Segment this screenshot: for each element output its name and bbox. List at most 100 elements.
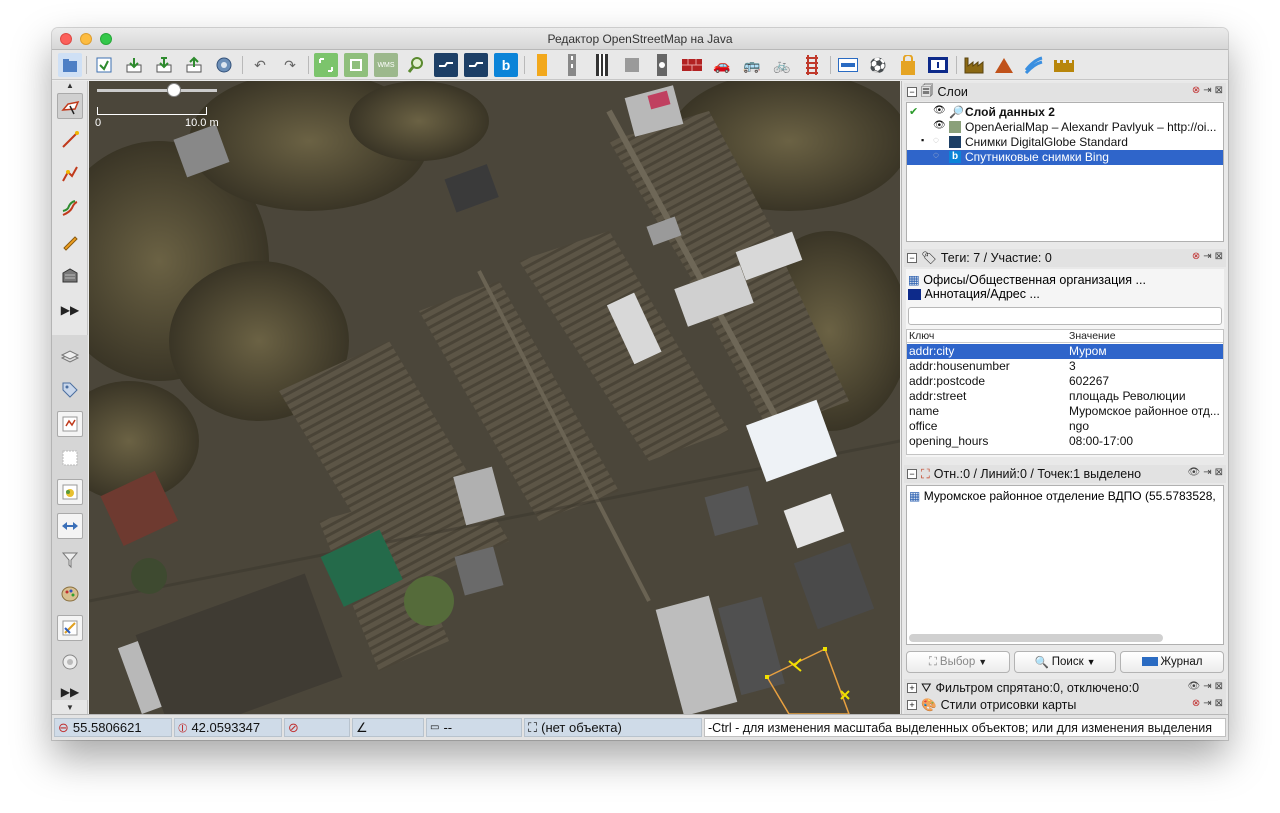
road-icon[interactable] [530,53,554,77]
close-icon[interactable]: ⊠ [1215,467,1223,478]
info-icon[interactable] [926,53,950,77]
pin-icon[interactable]: ⇥ [1203,467,1211,478]
car-icon[interactable]: 🚗 [710,53,734,77]
upload-all-icon[interactable] [152,53,176,77]
selection-list-toggle-icon[interactable] [57,411,83,437]
conflict-toggle-icon[interactable] [57,479,83,505]
pencil-tool-icon[interactable] [57,229,83,255]
close-icon[interactable]: ⊠ [1215,251,1223,262]
more-tools-icon[interactable]: ▶▶ [57,297,83,323]
open-file-icon[interactable] [58,53,82,77]
industrial-icon[interactable] [962,53,986,77]
castle-icon[interactable] [1052,53,1076,77]
layer-row[interactable]: 👁 OpenAerialMap – Alexandr Pavlyuk – htt… [907,120,1223,135]
more-toggles-icon[interactable]: ▶▶ [57,679,83,705]
eye-icon[interactable]: 👁 [1188,467,1201,478]
redo-icon[interactable]: ↷ [278,53,302,77]
layer-row[interactable]: ✔ 👁 🔎 Слой данных 2 [907,105,1223,120]
key-column-header[interactable]: Ключ [909,330,1067,342]
horizontal-scrollbar[interactable] [909,634,1163,642]
scroll-up-icon[interactable]: ▲ [66,81,74,90]
tags-panel-header[interactable]: − 🏷 Теги: 7 / Участие: 0 ⊗ ⇥ ⊠ [904,249,1226,267]
value-column-header[interactable]: Значение [1069,330,1228,342]
visibility-eye-icon[interactable]: ◌ [933,150,939,161]
tags-toggle-icon[interactable] [57,377,83,403]
layers-toggle-icon[interactable] [57,343,83,369]
pin-icon[interactable]: ⇥ [1203,251,1211,262]
save-as-icon[interactable] [122,53,146,77]
settings-icon[interactable]: ⊗ [1192,251,1200,262]
bicycle-icon[interactable]: 🚲 [770,53,794,77]
search-button[interactable]: 🔍 Поиск ▼ [1014,651,1116,673]
zoom-to-selection-icon[interactable] [344,53,368,77]
tag-search-input[interactable] [908,307,1222,325]
close-icon[interactable]: ⊠ [1215,85,1223,96]
chevron-down-icon[interactable]: ▼ [1087,657,1096,667]
water-icon[interactable] [1022,53,1046,77]
table-row[interactable]: opening_hours 08:00-17:00 [907,434,1223,449]
digitalglobe-icon[interactable] [434,53,458,77]
move-icon[interactable]: ▪ [921,135,924,145]
table-row[interactable]: name Муромское районное отд... [907,404,1223,419]
sport-icon[interactable]: ⚽ [866,53,890,77]
upload-icon[interactable] [182,53,206,77]
table-row[interactable]: addr:postcode 602267 [907,374,1223,389]
table-row[interactable]: office ngo [907,419,1223,434]
styles-panel-header[interactable]: + 🎨 Стили отрисовки карты ⊗ ⇥ ⊠ [904,696,1226,714]
validator-toggle-icon[interactable] [57,513,83,539]
pin-icon[interactable]: ⇥ [1203,698,1211,709]
journal-button[interactable]: Журнал [1120,651,1224,673]
railway-icon[interactable] [590,53,614,77]
road-minor-icon[interactable] [560,53,584,77]
save-icon[interactable] [92,53,116,77]
selection-panel-header[interactable]: − ⛶ Отн.:0 / Линий:0 / Точек:1 выделено … [904,465,1226,483]
table-row[interactable]: addr:city Муром [907,344,1223,359]
bus-icon[interactable]: 🚌 [740,53,764,77]
layers-panel-header[interactable]: − 🗐 Слои ⊗ ⇥ ⊠ [904,83,1226,101]
pin-icon[interactable]: ⇥ [1203,681,1211,692]
close-icon[interactable]: ⊠ [1215,681,1223,692]
expand-toggle[interactable]: + [907,683,917,693]
collapse-toggle[interactable]: − [907,253,917,263]
bing-icon[interactable]: b [494,53,518,77]
building-icon[interactable] [620,53,644,77]
visibility-eye-icon[interactable]: ◌ [933,135,939,146]
preset-link[interactable]: ▦ Офисы/Общественная организация ... [908,272,1146,287]
mountain-icon[interactable] [992,53,1016,77]
relation-list-toggle-icon[interactable] [57,445,83,471]
digitalglobe-standard-icon[interactable] [464,53,488,77]
expand-toggle[interactable]: + [907,700,917,710]
layer-row[interactable]: ◌ b Спутниковые снимки Bing [907,150,1223,165]
crossing-icon[interactable] [650,53,674,77]
collapse-toggle[interactable]: − [907,469,917,479]
parallel-tool-icon[interactable] [57,195,83,221]
building-tool-icon[interactable] [57,263,83,289]
undo-icon[interactable]: ↶ [248,53,272,77]
filter-panel-header[interactable]: + ⛛ Фильтром спрятано:0, отключено:0 👁 ⇥ ⊠ [904,679,1226,697]
preferences-icon[interactable] [212,53,236,77]
wms-icon[interactable]: WMS [374,53,398,77]
author-toggle-icon[interactable] [57,615,83,641]
visibility-eye-icon[interactable]: 👁 [933,105,946,116]
map-view[interactable]: 0 10.0 m [89,81,900,714]
collapse-toggle[interactable]: − [907,87,917,97]
draw-line-tool-icon[interactable] [57,127,83,153]
preset-link[interactable]: Аннотация/Адрес ... [908,287,1040,301]
zoom-slider-thumb[interactable] [167,83,181,97]
improve-way-tool-icon[interactable] [57,161,83,187]
shop-icon[interactable] [896,53,920,77]
visibility-eye-icon[interactable]: 👁 [933,120,946,131]
chevron-down-icon[interactable]: ▼ [978,657,987,667]
zoom-slider[interactable] [97,83,217,97]
scroll-down-icon[interactable]: ▼ [66,703,74,712]
filter-toggle-icon[interactable] [57,547,83,573]
rails-icon[interactable] [800,53,824,77]
zoom-to-data-icon[interactable] [314,53,338,77]
map-paint-toggle-icon[interactable] [57,581,83,607]
zoom-search-icon[interactable] [404,53,428,77]
select-button[interactable]: ⛶ Выбор ▼ [906,651,1010,673]
settings-icon[interactable]: ⊗ [1192,85,1200,96]
table-row[interactable]: addr:housenumber 3 [907,359,1223,374]
pin-icon[interactable]: ⇥ [1203,85,1211,96]
select-tool-icon[interactable] [57,93,83,119]
